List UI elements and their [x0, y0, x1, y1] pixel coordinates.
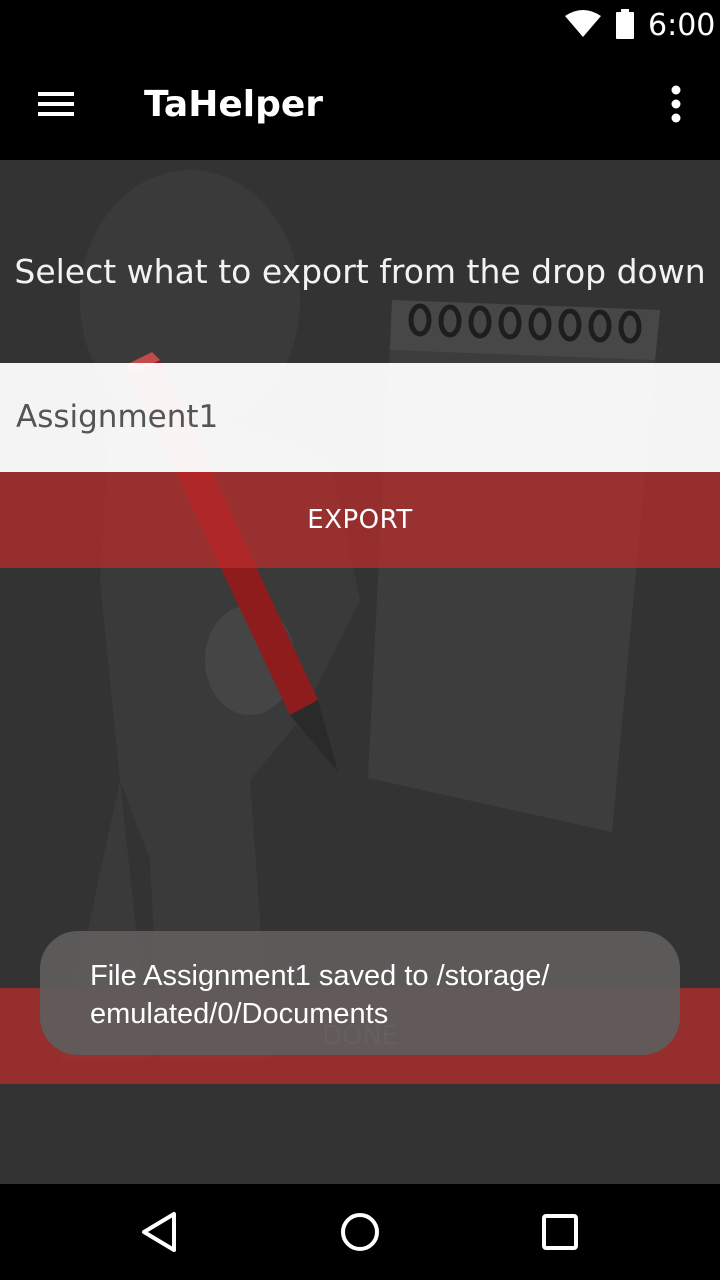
home-icon[interactable]: [338, 1210, 382, 1254]
more-vert-icon[interactable]: [656, 78, 696, 130]
toast-message: File Assignment1 saved to /storage/ emul…: [40, 931, 680, 1055]
figure-shape: [60, 170, 360, 1060]
dropdown-selected-value: Assignment1: [16, 399, 219, 435]
export-dropdown[interactable]: Assignment1: [0, 363, 720, 472]
navigation-bar: [0, 1184, 720, 1280]
wifi-icon: [565, 10, 601, 37]
export-button[interactable]: EXPORT: [0, 472, 720, 568]
status-time: 6:00: [648, 8, 716, 43]
back-icon[interactable]: [138, 1210, 182, 1254]
toast-line-2: emulated/0/Documents: [90, 998, 389, 1030]
recents-icon[interactable]: [538, 1210, 582, 1254]
hamburger-menu-icon[interactable]: [28, 78, 84, 130]
app-title: TaHelper: [144, 84, 324, 125]
status-bar: 6:00: [0, 0, 720, 48]
toast-line-1: File Assignment1 saved to /storage/: [90, 960, 550, 992]
app-bar: TaHelper: [0, 48, 720, 160]
battery-icon: [616, 9, 634, 39]
instruction-text: Select what to export from the drop down: [14, 252, 706, 291]
